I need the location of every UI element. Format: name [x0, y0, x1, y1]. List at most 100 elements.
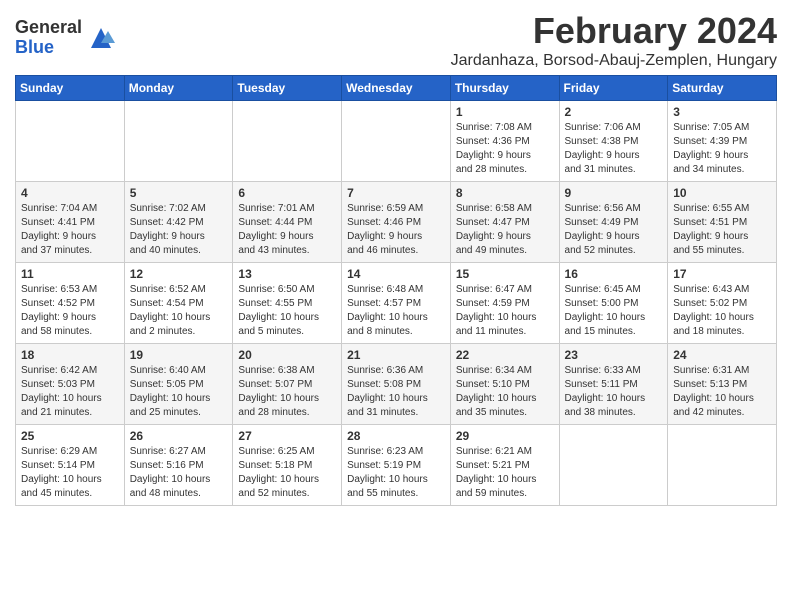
day-info: Sunrise: 6:47 AM Sunset: 4:59 PM Dayligh…: [456, 283, 554, 339]
weekday-row: SundayMondayTuesdayWednesdayThursdayFrid…: [16, 76, 777, 101]
day-number: 16: [565, 267, 663, 281]
calendar-cell: 9 Sunrise: 6:56 AM Sunset: 4:49 PM Daylig…: [559, 182, 668, 263]
day-info: Sunrise: 6:56 AM Sunset: 4:49 PM Dayligh…: [565, 202, 663, 258]
day-info: Sunrise: 6:25 AM Sunset: 5:18 PM Dayligh…: [238, 445, 336, 501]
day-number: 12: [130, 267, 228, 281]
day-number: 15: [456, 267, 554, 281]
calendar-cell: 12Sunrise: 6:52 AM Sunset: 4:54 PM Dayli…: [124, 263, 233, 344]
day-info: Sunrise: 6:31 AM Sunset: 5:13 PM Dayligh…: [673, 364, 771, 420]
day-number: 6: [238, 186, 336, 200]
day-number: 24: [673, 348, 771, 362]
day-info: Sunrise: 6:21 AM Sunset: 5:21 PM Dayligh…: [456, 445, 554, 501]
calendar-cell: [668, 425, 777, 506]
day-number: 28: [347, 429, 445, 443]
day-info: Sunrise: 6:29 AM Sunset: 5:14 PM Dayligh…: [21, 445, 119, 501]
calendar-cell: [124, 101, 233, 182]
page-header: General Blue February 2024 Jardanhaza, B…: [15, 10, 777, 70]
calendar-cell: 13 Sunrise: 6:50 AM Sunset: 4:55 PM Dayli…: [233, 263, 342, 344]
calendar-cell: 26Sunrise: 6:27 AM Sunset: 5:16 PM Dayli…: [124, 425, 233, 506]
day-number: 4: [21, 186, 119, 200]
weekday-header: Saturday: [668, 76, 777, 101]
day-number: 7: [347, 186, 445, 200]
day-number: 10: [673, 186, 771, 200]
calendar-cell: 5 Sunrise: 7:02 AM Sunset: 4:42 PM Daylig…: [124, 182, 233, 263]
day-number: 13: [238, 267, 336, 281]
day-number: 20: [238, 348, 336, 362]
day-info: Sunrise: 7:02 AM Sunset: 4:42 PM Dayligh…: [130, 202, 228, 258]
day-number: 17: [673, 267, 771, 281]
day-number: 1: [456, 105, 554, 119]
calendar-cell: [233, 101, 342, 182]
calendar-body: 1 Sunrise: 7:08 AM Sunset: 4:36 PM Daylig…: [16, 101, 777, 506]
calendar-week-row: 4 Sunrise: 7:04 AM Sunset: 4:41 PM Daylig…: [16, 182, 777, 263]
day-info: Sunrise: 7:06 AM Sunset: 4:38 PM Dayligh…: [565, 121, 663, 177]
day-info: Sunrise: 7:08 AM Sunset: 4:36 PM Dayligh…: [456, 121, 554, 177]
calendar-table: SundayMondayTuesdayWednesdayThursdayFrid…: [15, 75, 777, 506]
day-info: Sunrise: 6:50 AM Sunset: 4:55 PM Dayligh…: [238, 283, 336, 339]
calendar-cell: [342, 101, 451, 182]
day-number: 19: [130, 348, 228, 362]
day-info: Sunrise: 7:01 AM Sunset: 4:44 PM Dayligh…: [238, 202, 336, 258]
calendar-cell: 23 Sunrise: 6:33 AM Sunset: 5:11 PM Dayli…: [559, 344, 668, 425]
day-info: Sunrise: 7:04 AM Sunset: 4:41 PM Dayligh…: [21, 202, 119, 258]
day-number: 29: [456, 429, 554, 443]
calendar-cell: 2 Sunrise: 7:06 AM Sunset: 4:38 PM Daylig…: [559, 101, 668, 182]
calendar-cell: 18Sunrise: 6:42 AM Sunset: 5:03 PM Dayli…: [16, 344, 125, 425]
day-info: Sunrise: 6:45 AM Sunset: 5:00 PM Dayligh…: [565, 283, 663, 339]
calendar-cell: 16 Sunrise: 6:45 AM Sunset: 5:00 PM Dayli…: [559, 263, 668, 344]
calendar-cell: 28Sunrise: 6:23 AM Sunset: 5:19 PM Dayli…: [342, 425, 451, 506]
day-info: Sunrise: 6:53 AM Sunset: 4:52 PM Dayligh…: [21, 283, 119, 339]
calendar-week-row: 18Sunrise: 6:42 AM Sunset: 5:03 PM Dayli…: [16, 344, 777, 425]
calendar-cell: 17 Sunrise: 6:43 AM Sunset: 5:02 PM Dayli…: [668, 263, 777, 344]
calendar-cell: 11 Sunrise: 6:53 AM Sunset: 4:52 PM Dayli…: [16, 263, 125, 344]
day-number: 11: [21, 267, 119, 281]
calendar-cell: 22Sunrise: 6:34 AM Sunset: 5:10 PM Dayli…: [450, 344, 559, 425]
day-number: 23: [565, 348, 663, 362]
calendar-cell: 6 Sunrise: 7:01 AM Sunset: 4:44 PM Daylig…: [233, 182, 342, 263]
day-number: 18: [21, 348, 119, 362]
day-info: Sunrise: 6:58 AM Sunset: 4:47 PM Dayligh…: [456, 202, 554, 258]
day-info: Sunrise: 6:33 AM Sunset: 5:11 PM Dayligh…: [565, 364, 663, 420]
calendar-cell: 25 Sunrise: 6:29 AM Sunset: 5:14 PM Dayli…: [16, 425, 125, 506]
calendar-week-row: 11 Sunrise: 6:53 AM Sunset: 4:52 PM Dayli…: [16, 263, 777, 344]
day-number: 2: [565, 105, 663, 119]
day-info: Sunrise: 6:27 AM Sunset: 5:16 PM Dayligh…: [130, 445, 228, 501]
day-number: 22: [456, 348, 554, 362]
calendar-cell: 10Sunrise: 6:55 AM Sunset: 4:51 PM Dayli…: [668, 182, 777, 263]
logo: General Blue: [15, 18, 116, 58]
day-info: Sunrise: 7:05 AM Sunset: 4:39 PM Dayligh…: [673, 121, 771, 177]
day-number: 9: [565, 186, 663, 200]
day-number: 25: [21, 429, 119, 443]
page-title: February 2024: [451, 10, 777, 52]
title-area: February 2024 Jardanhaza, Borsod-Abauj-Z…: [451, 10, 777, 70]
logo-blue-text: Blue: [15, 37, 54, 57]
calendar-cell: 4 Sunrise: 7:04 AM Sunset: 4:41 PM Daylig…: [16, 182, 125, 263]
calendar-cell: 3 Sunrise: 7:05 AM Sunset: 4:39 PM Daylig…: [668, 101, 777, 182]
calendar-cell: 21 Sunrise: 6:36 AM Sunset: 5:08 PM Dayli…: [342, 344, 451, 425]
calendar-header: SundayMondayTuesdayWednesdayThursdayFrid…: [16, 76, 777, 101]
calendar-cell: [559, 425, 668, 506]
calendar-cell: 7 Sunrise: 6:59 AM Sunset: 4:46 PM Daylig…: [342, 182, 451, 263]
day-info: Sunrise: 6:43 AM Sunset: 5:02 PM Dayligh…: [673, 283, 771, 339]
calendar-cell: 29 Sunrise: 6:21 AM Sunset: 5:21 PM Dayli…: [450, 425, 559, 506]
day-number: 8: [456, 186, 554, 200]
weekday-header: Thursday: [450, 76, 559, 101]
weekday-header: Friday: [559, 76, 668, 101]
day-info: Sunrise: 6:36 AM Sunset: 5:08 PM Dayligh…: [347, 364, 445, 420]
calendar-week-row: 25 Sunrise: 6:29 AM Sunset: 5:14 PM Dayli…: [16, 425, 777, 506]
weekday-header: Sunday: [16, 76, 125, 101]
day-number: 3: [673, 105, 771, 119]
calendar-cell: 27 Sunrise: 6:25 AM Sunset: 5:18 PM Dayli…: [233, 425, 342, 506]
day-number: 27: [238, 429, 336, 443]
calendar-cell: 8 Sunrise: 6:58 AM Sunset: 4:47 PM Daylig…: [450, 182, 559, 263]
day-info: Sunrise: 6:40 AM Sunset: 5:05 PM Dayligh…: [130, 364, 228, 420]
day-number: 5: [130, 186, 228, 200]
calendar-cell: [16, 101, 125, 182]
day-number: 21: [347, 348, 445, 362]
weekday-header: Monday: [124, 76, 233, 101]
weekday-header: Wednesday: [342, 76, 451, 101]
calendar-cell: 20Sunrise: 6:38 AM Sunset: 5:07 PM Dayli…: [233, 344, 342, 425]
day-number: 14: [347, 267, 445, 281]
calendar-week-row: 1 Sunrise: 7:08 AM Sunset: 4:36 PM Daylig…: [16, 101, 777, 182]
day-info: Sunrise: 6:59 AM Sunset: 4:46 PM Dayligh…: [347, 202, 445, 258]
